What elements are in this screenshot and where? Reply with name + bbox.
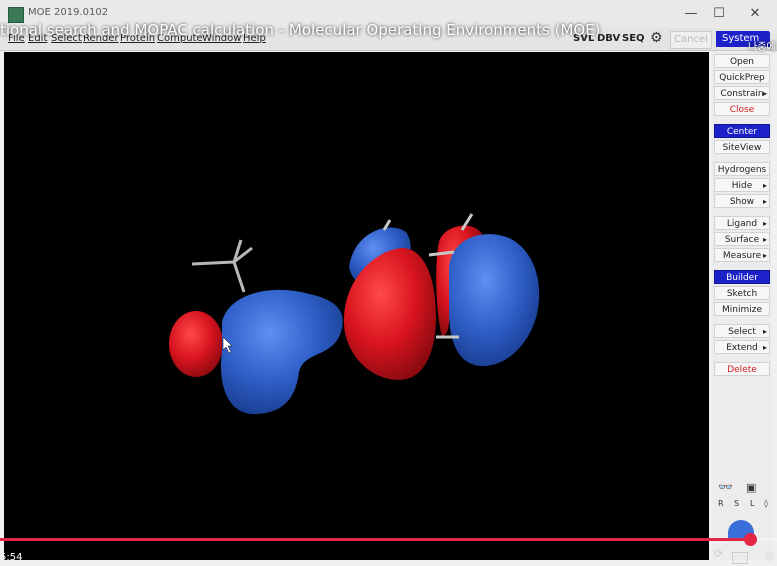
- hydrogens-button[interactable]: Hydrogens: [714, 162, 770, 176]
- seq-button[interactable]: SEQ: [622, 33, 645, 44]
- center-button[interactable]: Center: [714, 124, 770, 138]
- close-icon[interactable]: ✕: [742, 4, 768, 24]
- r-toggle[interactable]: R: [718, 499, 724, 508]
- diamond-toggle[interactable]: ◊: [764, 499, 768, 508]
- refresh-icon[interactable]: ⟳: [714, 547, 723, 560]
- glasses-icon[interactable]: 👓: [718, 480, 733, 494]
- cancel-button[interactable]: Cancel: [670, 31, 712, 49]
- minimize-icon[interactable]: —: [678, 4, 704, 24]
- settings-icon[interactable]: ⚙: [764, 550, 775, 564]
- methyl-bonds: [191, 239, 253, 293]
- blue-lobe-left: [221, 289, 343, 414]
- moe-window: MOE 2019.0102 — ☐ ✕ File Edit Select Ren…: [0, 0, 777, 566]
- constrain-button[interactable]: Constrain: [714, 86, 770, 101]
- measure-button[interactable]: Measure: [714, 248, 770, 263]
- select-button[interactable]: Select: [714, 324, 770, 339]
- minimize-button[interactable]: Minimize: [714, 302, 770, 316]
- display-icon[interactable]: ▣: [746, 481, 756, 494]
- red-lobe-oxygen: [169, 311, 223, 377]
- close-button[interactable]: Close: [714, 102, 770, 116]
- gear-icon[interactable]: ⚙: [650, 30, 663, 46]
- delete-button[interactable]: Delete: [714, 362, 770, 376]
- orbital-render: [169, 213, 540, 414]
- video-time: 5:54: [0, 552, 23, 563]
- surface-button[interactable]: Surface: [714, 232, 770, 247]
- quickprep-button[interactable]: QuickPrep: [714, 70, 770, 84]
- sketch-button[interactable]: Sketch: [714, 286, 770, 300]
- channel-avatar[interactable]: [768, 22, 777, 34]
- hide-button[interactable]: Hide: [714, 178, 770, 193]
- siteview-button[interactable]: SiteView: [714, 140, 770, 154]
- molecule-viewport[interactable]: [4, 52, 709, 560]
- open-button[interactable]: Open: [714, 54, 770, 68]
- builder-button[interactable]: Builder: [714, 270, 770, 284]
- watch-later-label[interactable]: 나중에: [748, 38, 776, 53]
- show-button[interactable]: Show: [714, 194, 770, 209]
- s-toggle[interactable]: S: [734, 499, 739, 508]
- progress-knob[interactable]: [743, 533, 757, 546]
- subtitles-icon[interactable]: [732, 552, 748, 564]
- video-title: tional search and MOPAC calculation - Mo…: [0, 21, 601, 39]
- window-title: MOE 2019.0102: [28, 7, 109, 18]
- l-toggle[interactable]: L: [750, 499, 754, 508]
- extend-button[interactable]: Extend: [714, 340, 770, 355]
- maximize-icon[interactable]: ☐: [706, 4, 732, 24]
- progress-fill: [0, 538, 750, 541]
- ligand-button[interactable]: Ligand: [714, 216, 770, 231]
- blue-lobe-right: [449, 234, 540, 366]
